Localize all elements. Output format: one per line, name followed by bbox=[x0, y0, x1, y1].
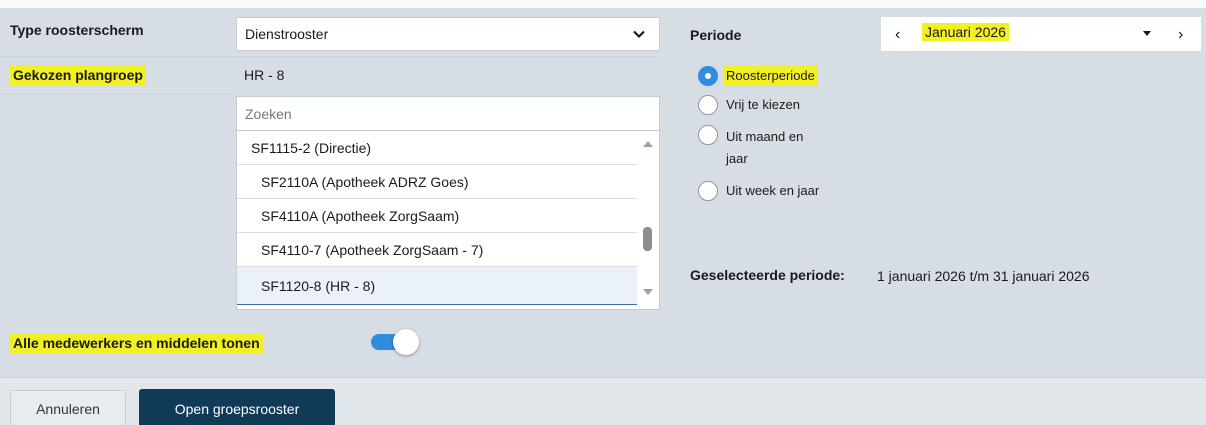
list-item-label: SF1115-2 (Directie) bbox=[251, 139, 372, 156]
alle-medewerkers-toggle[interactable] bbox=[371, 329, 419, 355]
list-item-label: SF2110A (Apotheek ADRZ Goes) bbox=[261, 173, 469, 190]
list-item-label: SF1120-8 (HR - 8) bbox=[261, 277, 376, 294]
radio-uit-week-label: Uit week en jaar bbox=[726, 183, 820, 198]
gekozen-plangroep-label: Gekozen plangroep bbox=[10, 65, 146, 85]
chevron-right-icon[interactable]: › bbox=[1178, 26, 1183, 44]
radio-roosterperiode[interactable] bbox=[698, 66, 718, 86]
type-roosterscherm-value: Dienstrooster bbox=[245, 26, 329, 42]
radio-uit-maand-label-line1: Uit maand en bbox=[726, 129, 804, 144]
divider bbox=[0, 56, 660, 57]
scroll-up-icon[interactable] bbox=[643, 141, 653, 147]
list-scrollbar[interactable] bbox=[637, 131, 659, 309]
list-item-sf4110a[interactable]: SF4110A (Apotheek ZorgSaam) bbox=[237, 199, 637, 233]
radio-uit-maand-en-jaar[interactable] bbox=[698, 125, 718, 145]
list-item-sf2110a[interactable]: SF2110A (Apotheek ADRZ Goes) bbox=[237, 165, 637, 199]
radio-uit-maand-label-line2: jaar bbox=[726, 151, 748, 166]
periode-label: Periode bbox=[690, 27, 742, 43]
radio-roosterperiode-label: Roosterperiode bbox=[724, 66, 817, 86]
top-strip bbox=[0, 0, 1206, 8]
list-item-label: SF4110A (Apotheek ZorgSaam) bbox=[261, 207, 460, 224]
geselecteerde-periode-label: Geselecteerde periode: bbox=[690, 267, 845, 283]
list-item-sf4110-7[interactable]: SF4110-7 (Apotheek ZorgSaam - 7) bbox=[237, 233, 637, 267]
list-item-sf1120-8-selected[interactable]: SF1120-8 (HR - 8) bbox=[237, 267, 637, 305]
cancel-button[interactable]: Annuleren bbox=[10, 390, 126, 425]
gekozen-plangroep-value: HR - 8 bbox=[244, 67, 285, 83]
caret-down-icon[interactable] bbox=[1143, 31, 1151, 36]
scroll-thumb[interactable] bbox=[643, 227, 652, 251]
list-item-sf1115-2[interactable]: SF1115-2 (Directie) bbox=[237, 131, 637, 165]
alle-medewerkers-label: Alle medewerkers en middelen tonen bbox=[10, 333, 263, 353]
geselecteerde-periode-value: 1 januari 2026 t/m 31 januari 2026 bbox=[877, 268, 1090, 284]
type-roosterscherm-select[interactable]: Dienstrooster bbox=[236, 17, 660, 51]
open-groepsrooster-button[interactable]: Open groepsrooster bbox=[139, 389, 335, 425]
divider bbox=[0, 94, 236, 95]
chevron-left-icon[interactable]: ‹ bbox=[895, 26, 900, 44]
periode-value: Januari 2026 bbox=[922, 23, 1009, 41]
scroll-down-icon[interactable] bbox=[643, 289, 653, 295]
radio-uit-week-en-jaar[interactable] bbox=[698, 181, 718, 201]
toggle-knob bbox=[393, 329, 419, 355]
plangroep-listbox[interactable]: SF1115-2 (Directie) SF2110A (Apotheek AD… bbox=[236, 96, 660, 310]
periode-picker[interactable]: ‹ Januari 2026 › bbox=[881, 17, 1201, 51]
chevron-down-icon bbox=[633, 30, 645, 39]
radio-vrij-te-kiezen[interactable] bbox=[698, 95, 718, 115]
search-input[interactable] bbox=[237, 97, 659, 131]
radio-vrij-te-kiezen-label: Vrij te kiezen bbox=[726, 97, 800, 112]
type-roosterscherm-label: Type roosterscherm bbox=[10, 22, 144, 38]
list-item-label: SF4110-7 (Apotheek ZorgSaam - 7) bbox=[261, 241, 484, 258]
